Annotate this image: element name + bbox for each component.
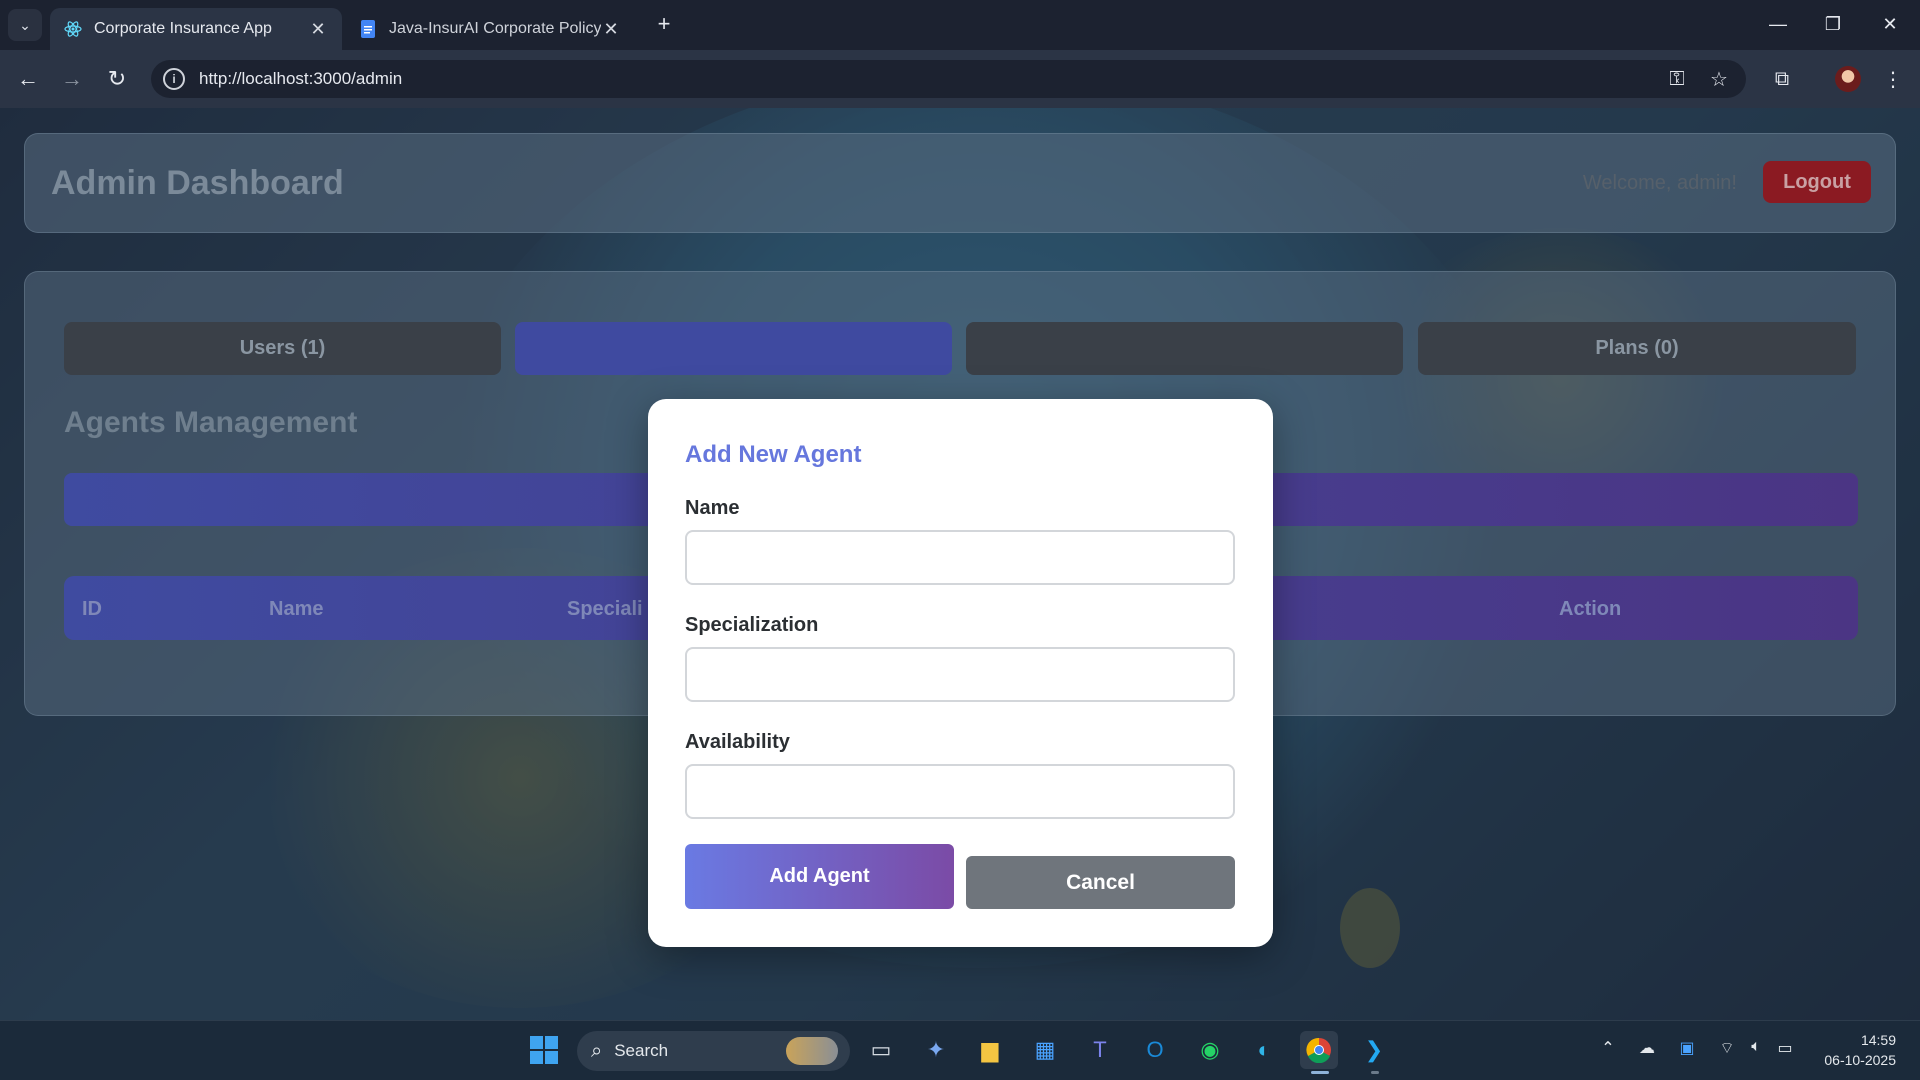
name-label: Name bbox=[685, 497, 740, 519]
react-icon bbox=[64, 20, 82, 38]
column-action: Action bbox=[1559, 598, 1622, 620]
microsoft-store-icon[interactable]: ▦ bbox=[1026, 1031, 1064, 1069]
modal-title: Add New Agent bbox=[685, 441, 862, 468]
column-specialization: Speciali bbox=[567, 598, 643, 620]
whatsapp-icon[interactable]: ◉ bbox=[1191, 1031, 1229, 1069]
file-explorer-icon[interactable]: ▆ bbox=[971, 1031, 1009, 1069]
tab-close-icon[interactable]: ✕ bbox=[308, 19, 328, 40]
address-bar[interactable]: i http://localhost:3000/admin ⚿ ☆ bbox=[151, 60, 1746, 98]
search-highlight-icon bbox=[786, 1037, 838, 1065]
chrome-icon[interactable] bbox=[1300, 1031, 1338, 1069]
copilot-icon[interactable]: ✦ bbox=[917, 1031, 955, 1069]
clock-date: 06-10-2025 bbox=[1824, 1052, 1896, 1068]
minimize-icon[interactable]: — bbox=[1758, 8, 1798, 40]
password-key-icon[interactable]: ⚿ bbox=[1662, 64, 1692, 94]
tab-plans[interactable]: Plans (0) bbox=[1418, 322, 1856, 375]
edge-icon[interactable]: ◐ bbox=[1245, 1031, 1283, 1069]
windows-taskbar bbox=[0, 1020, 1920, 1080]
bookmark-star-icon[interactable]: ☆ bbox=[1704, 64, 1734, 94]
availability-label: Availability bbox=[685, 731, 790, 753]
new-tab-icon[interactable]: + bbox=[650, 10, 678, 38]
logout-button[interactable]: Logout bbox=[1763, 161, 1871, 203]
tab-users[interactable]: Users (1) bbox=[64, 322, 501, 375]
system-clock[interactable]: 14:59 06-10-2025 bbox=[1824, 1030, 1896, 1070]
dashboard-header: Admin Dashboard Welcome, admin! Logout bbox=[24, 133, 1896, 233]
defender-icon[interactable]: ▣ bbox=[1675, 1038, 1699, 1058]
specialization-label: Specialization bbox=[685, 614, 819, 636]
taskbar-search[interactable]: ⌕ Search bbox=[577, 1031, 850, 1071]
add-agent-button[interactable]: Add Agent bbox=[685, 844, 954, 909]
volume-icon[interactable]: 🔈︎ bbox=[1744, 1038, 1768, 1056]
back-icon[interactable]: ← bbox=[13, 64, 43, 94]
tab-title: Java-InsurAI Corporate Policy A bbox=[389, 20, 601, 37]
tab-title: Corporate Insurance App bbox=[94, 20, 272, 37]
name-field[interactable] bbox=[685, 530, 1235, 585]
site-info-icon[interactable]: i bbox=[163, 68, 185, 90]
restore-icon[interactable]: ❐ bbox=[1813, 8, 1853, 40]
availability-field[interactable] bbox=[685, 764, 1235, 819]
outlook-icon[interactable]: O bbox=[1136, 1031, 1174, 1069]
windows-start-icon[interactable] bbox=[525, 1031, 563, 1069]
show-hidden-icons[interactable]: ⌃ bbox=[1596, 1038, 1620, 1058]
extensions-icon[interactable]: ⧉ bbox=[1767, 64, 1797, 94]
section-title: Agents Management bbox=[64, 406, 358, 439]
teams-icon[interactable]: T bbox=[1081, 1031, 1119, 1069]
tab-close-icon[interactable]: ✕ bbox=[601, 19, 621, 40]
active-app-indicator bbox=[1311, 1071, 1329, 1074]
page-content: Admin Dashboard Welcome, admin! Logout U… bbox=[0, 108, 1920, 1020]
search-icon: ⌕ bbox=[591, 1039, 603, 1062]
column-name: Name bbox=[269, 598, 324, 620]
running-app-indicator bbox=[1371, 1071, 1379, 1074]
onedrive-icon[interactable]: ☁ bbox=[1635, 1038, 1659, 1058]
battery-icon[interactable]: ▭ bbox=[1773, 1038, 1797, 1058]
tab-java-insurai[interactable]: Java-InsurAI Corporate Policy A ✕ bbox=[345, 8, 635, 50]
wifi-icon[interactable]: ⌔ bbox=[1715, 1038, 1739, 1058]
welcome-text: Welcome, admin! bbox=[1582, 172, 1737, 194]
tab-corporate-insurance[interactable]: Corporate Insurance App ✕ bbox=[50, 8, 342, 50]
search-placeholder: Search bbox=[614, 1041, 669, 1060]
tab-search-icon[interactable]: ⌄ bbox=[8, 9, 42, 41]
profile-avatar[interactable] bbox=[1835, 66, 1861, 92]
window-close-icon[interactable]: ✕ bbox=[1870, 8, 1910, 40]
forward-icon[interactable]: → bbox=[57, 64, 87, 94]
task-view-icon[interactable]: ▭ bbox=[862, 1031, 900, 1069]
add-agent-modal: Add New Agent Name Specialization Availa… bbox=[648, 399, 1273, 947]
more-menu-icon[interactable]: ⋮ bbox=[1878, 64, 1908, 94]
page-title: Admin Dashboard bbox=[51, 164, 344, 202]
clock-time: 14:59 bbox=[1860, 1032, 1896, 1048]
url-text[interactable]: http://localhost:3000/admin bbox=[199, 69, 1662, 89]
cancel-button[interactable]: Cancel bbox=[966, 856, 1235, 909]
tab-agents[interactable] bbox=[515, 322, 952, 375]
reload-icon[interactable]: ↻ bbox=[102, 64, 132, 94]
vscode-icon[interactable]: ❯ bbox=[1355, 1031, 1393, 1069]
docs-icon bbox=[359, 20, 377, 38]
specialization-field[interactable] bbox=[685, 647, 1235, 702]
column-id: ID bbox=[82, 598, 102, 620]
tab-claims[interactable] bbox=[966, 322, 1403, 375]
browser-tab-bar: ⌄ Corporate Insurance App ✕ Java-InsurAI… bbox=[0, 0, 1920, 50]
